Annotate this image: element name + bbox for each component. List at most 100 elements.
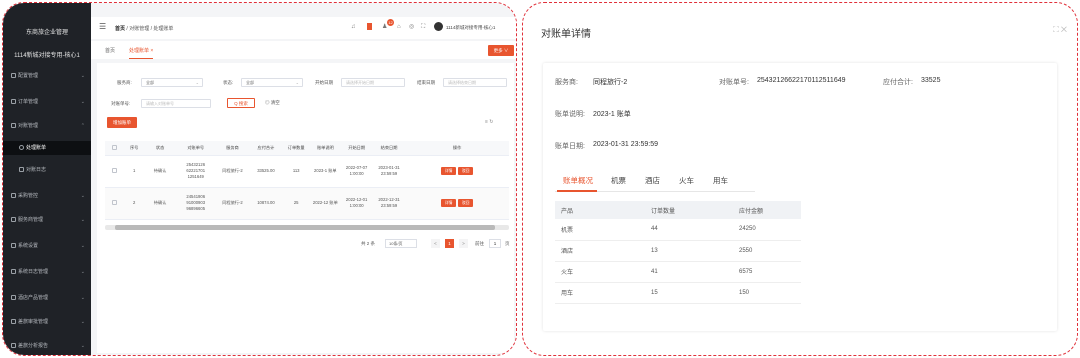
sidebar-item-process-bill[interactable]: 处理账单 (3, 141, 91, 155)
provider-select[interactable]: 全部 ⌄ (141, 78, 203, 87)
reject-button[interactable]: 驳回 (458, 167, 474, 175)
checkbox[interactable] (112, 199, 118, 205)
column-header: 订单数量 (282, 141, 311, 156)
detail-card: 服务商: 同程旅行-2 对账单号: 2543212662217011251164… (543, 63, 1057, 331)
chevron-down-icon: ⌄ (80, 319, 85, 325)
sidebar-item-reconcile[interactable]: 对账管理 ⌃ (3, 119, 91, 133)
tab-flight[interactable]: 机票 (611, 175, 626, 186)
add-bill-button[interactable]: 增加账单 (107, 117, 137, 128)
tab-hotel[interactable]: 酒店 (645, 175, 660, 186)
row-select[interactable] (105, 187, 125, 220)
topbar: ☰ 首页 / 对账管理 / 处理账单 ♫ ♟ 12 ⌂ ◎ ⛶ 1114新城对接… (91, 17, 516, 39)
checkbox[interactable] (112, 167, 118, 173)
page-suffix: 页 (505, 241, 510, 246)
cell-index: 1 (124, 155, 144, 188)
tab-bar: 首页 处理账单 × 更多 ∨ (91, 41, 516, 59)
cell-total: 10874.00 (249, 187, 283, 220)
eye-icon[interactable]: ◎ (409, 24, 414, 30)
checkbox[interactable] (112, 144, 118, 150)
cell-count: 15 (645, 282, 733, 304)
lock-icon[interactable]: ⌂ (397, 24, 401, 30)
avatar[interactable] (434, 22, 443, 31)
syslog-icon (11, 269, 16, 274)
cell-end: 2023-01-31 23:59:59 (372, 155, 406, 188)
sidebar-item-travel-report[interactable]: 差旅分析报告 ⌄ (3, 339, 91, 353)
bill-list-card: 服务商: 全部 ⌄ 状态: 全部 ⌄ 开始日期 请选择开始日期 结束日期 请选择结束… (97, 63, 514, 353)
cell-status: 待确认 (143, 155, 177, 188)
sidebar-item-hotel-products[interactable]: 酒店产品管理 ⌄ (3, 291, 91, 305)
sidebar-item-providers[interactable]: 服务商管理 ⌄ (3, 213, 91, 227)
sidebar-item-settings[interactable]: 系统设置 ⌄ (3, 239, 91, 253)
sidebar-item-label: 差旅审批管理 (18, 319, 49, 325)
status-select[interactable]: 全部 ⌄ (241, 78, 303, 87)
chevron-down-icon: ⌄ (80, 343, 85, 349)
sidebar-item-orders[interactable]: 订单管理 ⌄ (3, 95, 91, 109)
horizontal-scrollbar[interactable] (105, 225, 509, 230)
total-value: 33525 (921, 77, 941, 84)
start-date-input[interactable]: 请选择开始日期 (341, 78, 405, 87)
start-date-label: 开始日期 (315, 80, 333, 85)
cell-index: 2 (124, 187, 144, 220)
bill-no-input[interactable]: 请输入对账单号 (141, 99, 211, 108)
menu-icon[interactable]: ☰ (99, 23, 106, 31)
date-value: 2023-01-31 23:59:59 (593, 141, 658, 148)
goto-input[interactable]: 1 (489, 239, 501, 248)
fullscreen-icon[interactable]: ⛶ (421, 24, 425, 30)
cell-amount: 150 (733, 282, 801, 304)
prev-page-button[interactable]: < (431, 239, 440, 248)
breadcrumb-home[interactable]: 首页 (115, 26, 125, 32)
tab-process-bill[interactable]: 处理账单 × (129, 47, 154, 59)
tab-car[interactable]: 用车 (713, 175, 728, 186)
sidebar-item-procurement[interactable]: 采购管控 ⌄ (3, 189, 91, 203)
bill-no-value: 25432126622170112511649 (757, 77, 846, 84)
bell-icon[interactable]: ♫ (351, 24, 356, 30)
chevron-down-icon: ⌄ (295, 80, 299, 85)
provider-filter-label: 服务商: (117, 80, 132, 85)
cell-actions: 详情 驳回 (405, 187, 509, 220)
sidebar-item-label: 系统日志管理 (18, 269, 49, 275)
bill-no-placeholder: 请输入对账单号 (146, 101, 174, 106)
cell-bill-no: 25432126 62221701 1251649 (176, 155, 216, 188)
more-button[interactable]: 更多 ∨ (488, 45, 514, 56)
search-button[interactable]: Q 搜索 (227, 98, 255, 108)
sidebar-item-reconcile-log[interactable]: 对账日志 (3, 163, 91, 177)
bill-no-label: 对账单号: (111, 101, 131, 106)
end-date-input[interactable]: 请选择结束日期 (443, 78, 507, 87)
next-page-button[interactable]: > (459, 239, 468, 248)
page-1-button[interactable]: 1 (445, 239, 454, 248)
notification-icon[interactable]: ♟ (382, 24, 387, 30)
sidebar-item-config[interactable]: 配置管理 ⌄ (3, 69, 91, 83)
select-all-header[interactable] (105, 141, 125, 156)
chevron-down-icon: ⌄ (80, 217, 85, 223)
detail-button[interactable]: 详情 (441, 199, 457, 207)
sidebar-item-label: 订单管理 (18, 99, 39, 105)
user-name[interactable]: 1114新城对接专用-核心1 (446, 25, 495, 31)
tab-overview[interactable]: 账单概况 (563, 175, 593, 186)
dialog-title: 对账单详情 (541, 29, 591, 40)
tab-train[interactable]: 火车 (679, 175, 694, 186)
dialog-window-icons[interactable]: ⛶ ✕ (1053, 25, 1067, 35)
chevron-down-icon: ⌄ (80, 99, 85, 105)
table-row: 火车 41 6575 (555, 261, 801, 283)
chevron-down-icon: ⌄ (80, 295, 85, 301)
cell-actions: 详情 驳回 (405, 155, 509, 188)
chevron-down-icon: ⌄ (80, 269, 85, 275)
table-tools[interactable]: ≡ ↻ (485, 119, 494, 125)
app-icon[interactable] (367, 23, 372, 30)
scrollbar-thumb[interactable] (115, 225, 495, 230)
reject-button[interactable]: 驳回 (458, 199, 474, 207)
sidebar-item-syslog[interactable]: 系统日志管理 ⌄ (3, 265, 91, 279)
bill-detail-screen: 对账单详情 ⛶ ✕ 服务商: 同程旅行-2 对账单号: 254321266221… (522, 2, 1078, 356)
cell-start: 2022-07-07 1:00:00 (340, 155, 373, 188)
column-header: 产品 (555, 201, 645, 219)
report-icon (11, 343, 16, 348)
detail-button[interactable]: 详情 (441, 167, 457, 175)
column-header: 应付金额 (733, 201, 801, 219)
page-size-select[interactable]: 10条/页 (385, 239, 417, 248)
tab-home[interactable]: 首页 (105, 47, 115, 54)
config-icon (11, 73, 16, 78)
reset-button[interactable]: ◎ 清空 (265, 100, 280, 106)
sidebar-item-travel-approval[interactable]: 差旅审批管理 ⌄ (3, 315, 91, 329)
breadcrumb-reconcile[interactable]: 对账管理 (129, 26, 149, 32)
row-select[interactable] (105, 155, 125, 188)
